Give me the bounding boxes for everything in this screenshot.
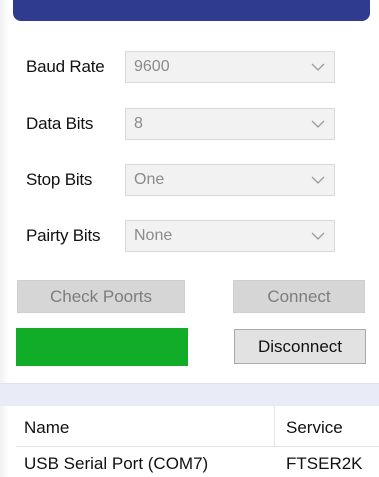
check-ports-button[interactable]: Check Poorts xyxy=(17,280,185,313)
port-name-cell: USB Serial Port (COM7) xyxy=(24,454,209,473)
parity-bits-value: None xyxy=(134,227,173,244)
stop-bits-label: Stop Bits xyxy=(26,170,93,189)
disconnect-button[interactable]: Disconnect xyxy=(234,329,366,364)
connect-button[interactable]: Connect xyxy=(233,280,365,313)
title-bar xyxy=(13,0,370,21)
parity-bits-label: Pairty Bits xyxy=(26,226,101,245)
baud-rate-row: Baud Rate xyxy=(26,50,126,84)
stop-bits-value: One xyxy=(134,171,165,188)
chevron-down-icon[interactable] xyxy=(308,170,328,190)
baud-rate-value: 9600 xyxy=(134,58,170,75)
connection-status-indicator xyxy=(16,328,188,366)
chevron-down-icon[interactable] xyxy=(308,226,328,246)
list-header: Name Service xyxy=(16,406,379,447)
port-service-cell: FTSER2K xyxy=(286,454,363,473)
baud-rate-label: Baud Rate xyxy=(26,57,105,76)
data-bits-row: Data Bits xyxy=(26,107,126,141)
chevron-down-icon[interactable] xyxy=(308,114,328,134)
column-header-service[interactable]: Service xyxy=(286,418,343,438)
data-bits-value: 8 xyxy=(134,115,143,132)
stop-bits-row: Stop Bits xyxy=(26,163,126,197)
chevron-down-icon[interactable] xyxy=(308,57,328,77)
data-bits-label: Data Bits xyxy=(26,114,94,133)
serial-settings-window: Baud Rate 9600 Data Bits 8 Stop Bits One… xyxy=(0,0,379,477)
table-row[interactable]: USB Serial Port (COM7) FTSER2K xyxy=(16,447,379,477)
data-bits-select[interactable]: 8 xyxy=(125,108,335,140)
column-separator[interactable] xyxy=(274,406,275,446)
ports-list: Name Service USB Serial Port (COM7) FTSE… xyxy=(16,406,379,477)
column-header-name[interactable]: Name xyxy=(24,418,69,438)
parity-bits-select[interactable]: None xyxy=(125,220,335,252)
parity-bits-row: Pairty Bits xyxy=(26,219,126,253)
baud-rate-select[interactable]: 9600 xyxy=(125,51,335,83)
stop-bits-select[interactable]: One xyxy=(125,164,335,196)
section-divider xyxy=(0,383,379,406)
